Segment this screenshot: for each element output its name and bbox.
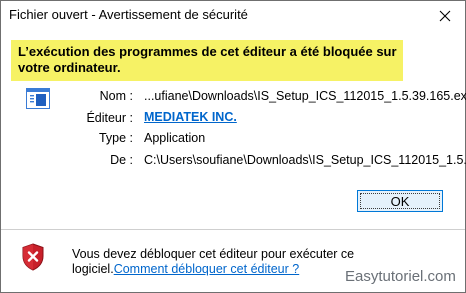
watermark: Easytutoriel.com [345, 268, 456, 285]
title-bar: Fichier ouvert - Avertissement de sécuri… [1, 1, 465, 31]
type-value: Application [144, 131, 206, 145]
name-label: Nom : [99, 89, 133, 103]
blocked-publisher-banner: L’exécution des programmes de cet éditeu… [11, 40, 403, 81]
banner-message: L’exécution des programmes de cet éditeu… [18, 44, 397, 75]
close-button[interactable] [425, 1, 465, 31]
from-value: C:\Users\soufiane\Downloads\IS_Setup_ICS… [144, 153, 466, 167]
name-value: ...ufiane\Downloads\IS_Setup_ICS_112015_… [144, 89, 466, 103]
type-label: Type : [98, 131, 133, 145]
unblock-help-link[interactable]: Comment débloquer cet éditeur ? [114, 262, 300, 276]
security-shield-error-icon [22, 243, 44, 271]
ok-button[interactable]: OK [357, 190, 443, 212]
publisher-link[interactable]: MEDIATEK INC. [144, 110, 237, 124]
from-label: De : [110, 153, 133, 167]
security-warning-dialog: Fichier ouvert - Avertissement de sécuri… [0, 0, 466, 293]
window-title: Fichier ouvert - Avertissement de sécuri… [9, 7, 248, 22]
close-icon [439, 10, 451, 22]
publisher-label: Éditeur : [86, 111, 133, 125]
executable-file-icon [26, 88, 50, 109]
